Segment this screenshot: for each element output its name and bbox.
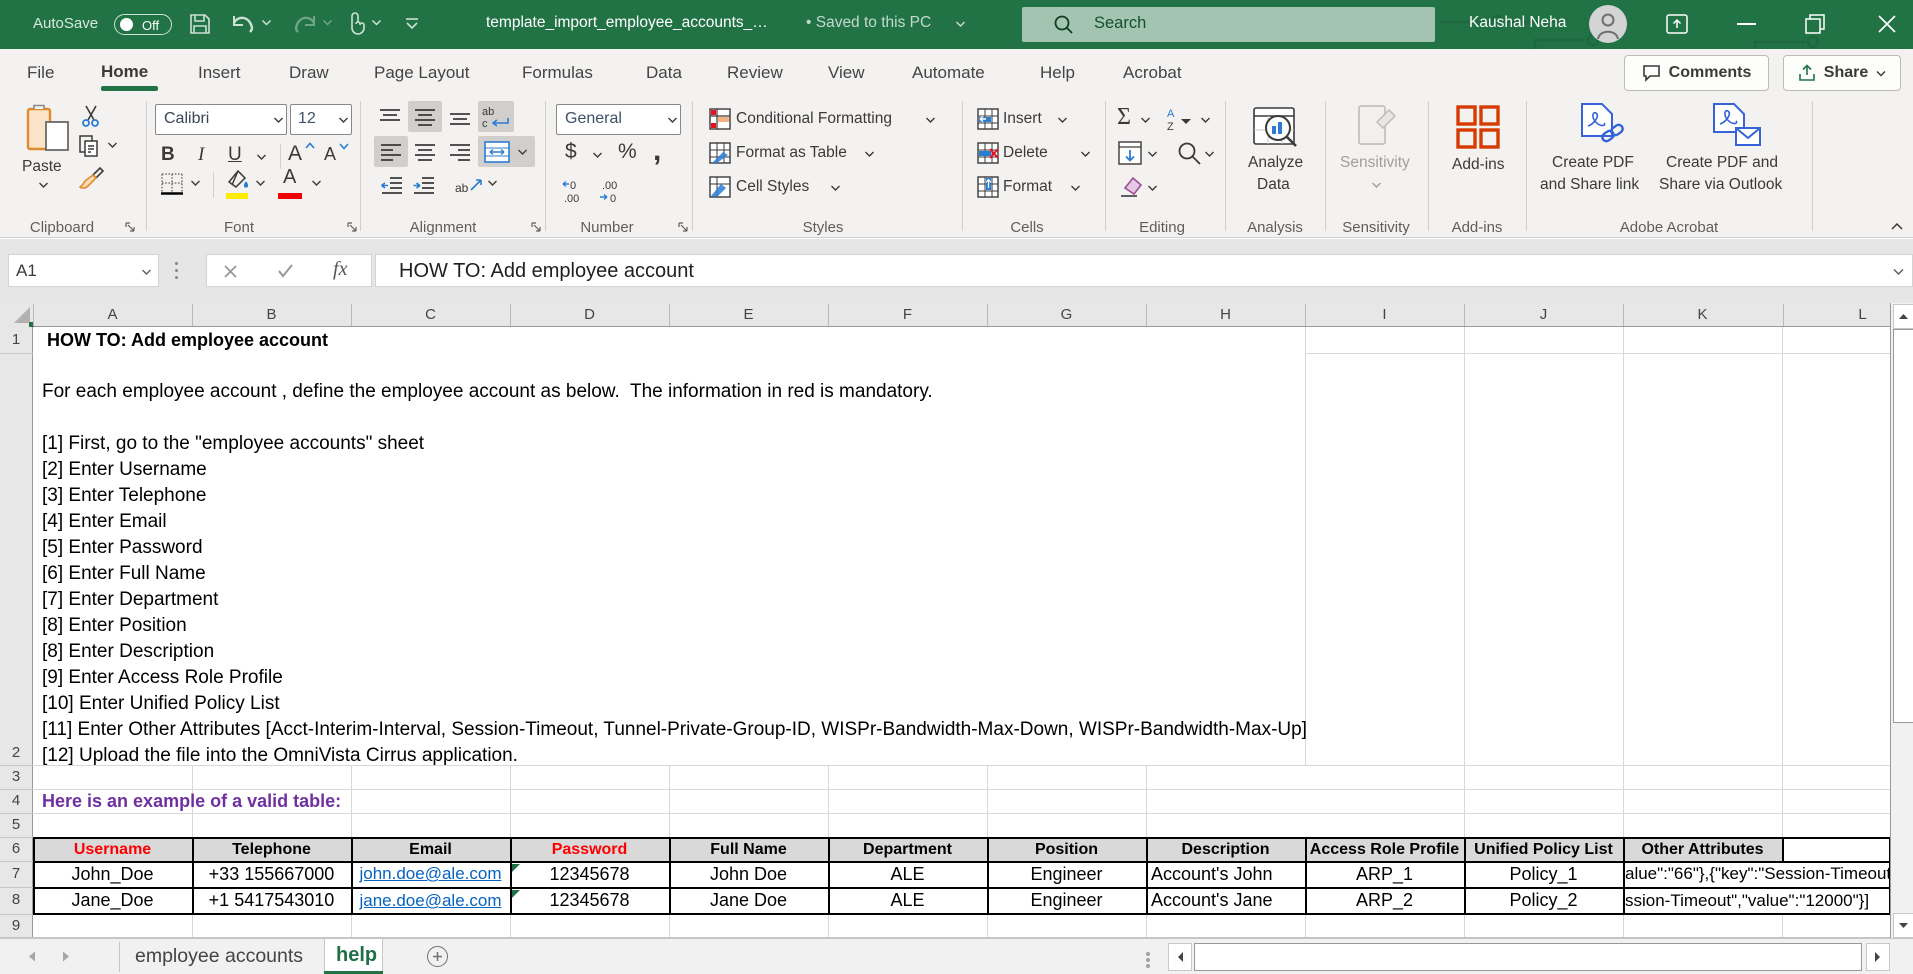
svg-text:A: A <box>1167 108 1175 120</box>
svg-text:c: c <box>482 118 488 130</box>
svg-text:0: 0 <box>570 180 576 192</box>
svg-text:0: 0 <box>610 193 616 204</box>
svg-text:.00: .00 <box>602 180 617 192</box>
svg-text:.00: .00 <box>564 193 579 204</box>
svg-text:ab: ab <box>482 106 494 118</box>
svg-text:ab: ab <box>455 181 469 195</box>
svg-text:Z: Z <box>1167 121 1174 132</box>
